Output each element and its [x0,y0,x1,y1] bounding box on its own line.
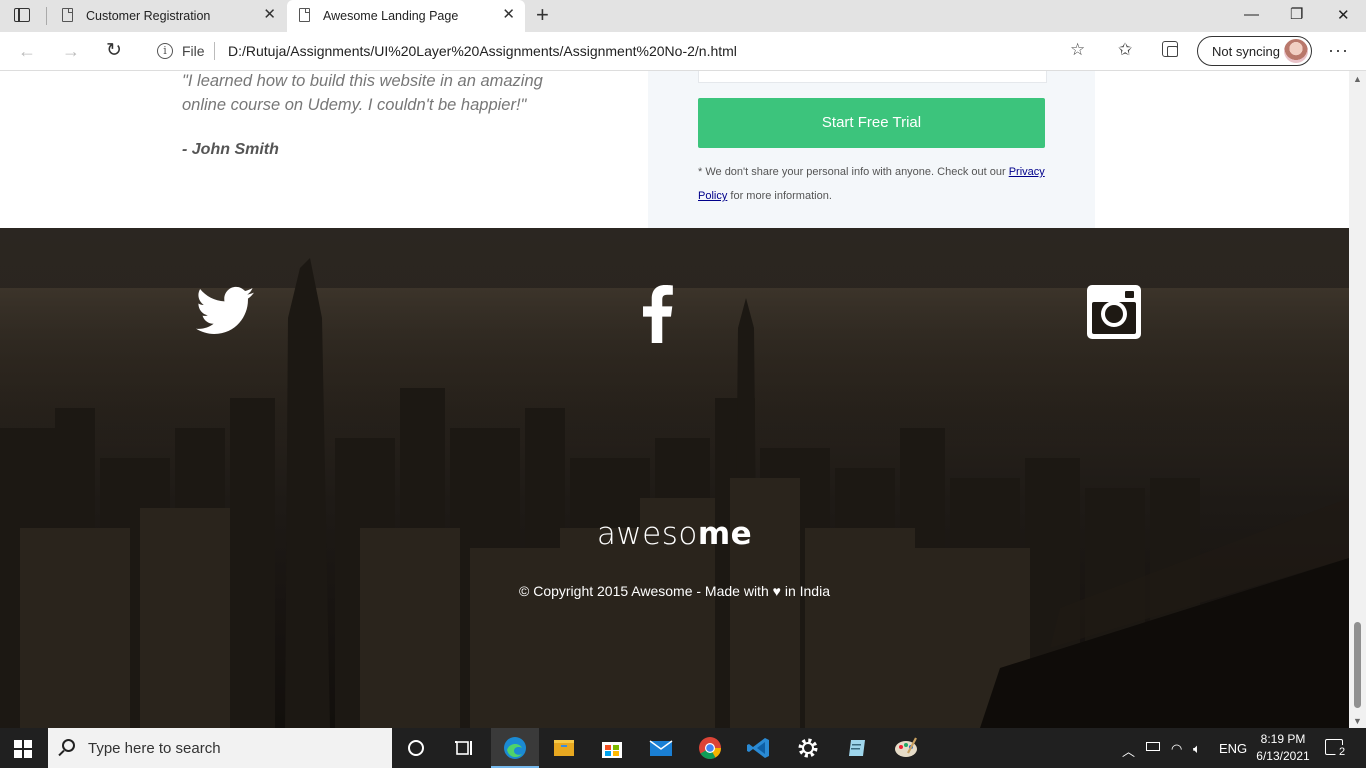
signup-panel: Start Free Trial * We don't share your p… [648,71,1095,228]
windows-start-icon[interactable] [14,740,32,758]
close-icon[interactable]: ✕ [502,7,515,23]
scroll-thumb[interactable] [1354,622,1361,708]
email-field[interactable] [698,71,1047,83]
twitter-icon[interactable] [196,285,254,337]
logo-light-text: aweso [596,516,698,552]
start-free-trial-button[interactable]: Start Free Trial [698,98,1045,148]
close-icon[interactable]: ✕ [263,7,276,23]
search-placeholder: Type here to search [88,740,221,757]
tab-separator [46,7,47,25]
reload-icon[interactable]: ↻ [106,39,122,62]
url-input[interactable]: D:/Rutuja/Assignments/UI%20Layer%20Assig… [228,43,737,59]
scroll-up-arrow-icon[interactable]: ▲ [1353,74,1362,84]
privacy-prefix: * We don't share your personal info with… [698,166,1009,178]
window-close-button[interactable]: ✕ [1337,6,1350,24]
search-icon [62,739,75,752]
footer: awesome © Copyright 2015 Awesome - Made … [0,228,1349,728]
tab-customer-registration[interactable]: Customer Registration ✕ [50,0,286,32]
profile-sync-button[interactable]: Not syncing [1197,36,1312,66]
tab-awesome-landing-page[interactable]: Awesome Landing Page ✕ [287,0,525,32]
url-separator [214,42,215,60]
vscode-icon[interactable] [735,728,783,768]
file-explorer-icon[interactable] [540,728,588,768]
restore-button[interactable]: ❐ [1290,5,1303,23]
edge-browser-icon[interactable] [491,728,539,768]
back-arrow-icon[interactable]: ← [18,41,36,62]
sync-label: Not syncing [1212,44,1280,59]
notepad-app-icon[interactable] [833,728,881,768]
show-hidden-icons-chevron-icon[interactable]: ︿ [1122,741,1135,760]
add-favorite-icon[interactable]: ☆ [1070,40,1085,60]
volume-icon[interactable]: 🔈︎ [1193,741,1201,757]
minimize-button[interactable]: — [1244,6,1259,23]
notification-count-badge: 2 [1335,745,1349,759]
tab-label: Customer Registration [86,9,211,23]
page-icon [62,8,73,22]
settings-gear-icon[interactable] [784,728,832,768]
browser-tab-bar: Customer Registration ✕ Awesome Landing … [0,0,1366,32]
page-icon [299,8,310,22]
address-bar: ← → ↻ i File D:/Rutuja/Assignments/UI%20… [0,32,1366,71]
favorites-icon[interactable]: ✩ [1118,40,1132,60]
testimonial-author: - John Smith [182,141,279,158]
mail-icon[interactable] [637,728,685,768]
forward-arrow-icon[interactable]: → [62,41,80,62]
facebook-icon[interactable] [640,285,674,343]
logo-bold-text: me [697,516,753,552]
page-viewport: "I learned how to build this website in … [0,71,1349,728]
copyright-text: © Copyright 2015 Awesome - Made with ♥ i… [519,583,830,599]
paint-app-icon[interactable] [882,728,930,768]
battery-icon[interactable] [1146,742,1160,751]
new-tab-button[interactable]: + [536,4,549,26]
page-scrollbar[interactable]: ▲ ▼ [1349,71,1366,728]
taskbar-clock[interactable]: 8:19 PM 6/13/2021 [1252,731,1314,765]
collections-icon[interactable] [1162,41,1178,57]
avatar [1284,39,1308,63]
notification-center-icon[interactable]: 2 [1325,739,1349,759]
scroll-down-arrow-icon[interactable]: ▼ [1353,716,1362,726]
instagram-icon[interactable] [1087,285,1141,339]
windows-taskbar: Type here to search ︿ ◠ 🔈︎ ENG 8:19 PM 6… [0,728,1366,768]
task-view-icon[interactable] [440,728,488,768]
privacy-suffix: for more information. [727,190,832,202]
cortana-icon[interactable] [392,728,440,768]
brand-logo[interactable]: awesome [0,516,1349,552]
privacy-note: * We don't share your personal info with… [698,160,1058,208]
info-icon[interactable]: i [157,43,173,59]
tab-actions-icon[interactable] [14,8,30,22]
clock-time: 8:19 PM [1260,732,1306,746]
language-indicator[interactable]: ENG [1219,741,1247,756]
tab-label: Awesome Landing Page [323,9,459,23]
wifi-icon[interactable]: ◠ [1171,741,1182,757]
microsoft-store-icon[interactable] [588,728,636,768]
taskbar-search-box[interactable]: Type here to search [48,728,392,768]
chrome-icon[interactable] [686,728,734,768]
testimonial-quote: "I learned how to build this website in … [182,72,543,114]
more-options-icon[interactable]: ··· [1328,40,1349,61]
clock-date: 6/13/2021 [1256,749,1310,763]
scheme-label: File [182,43,205,59]
